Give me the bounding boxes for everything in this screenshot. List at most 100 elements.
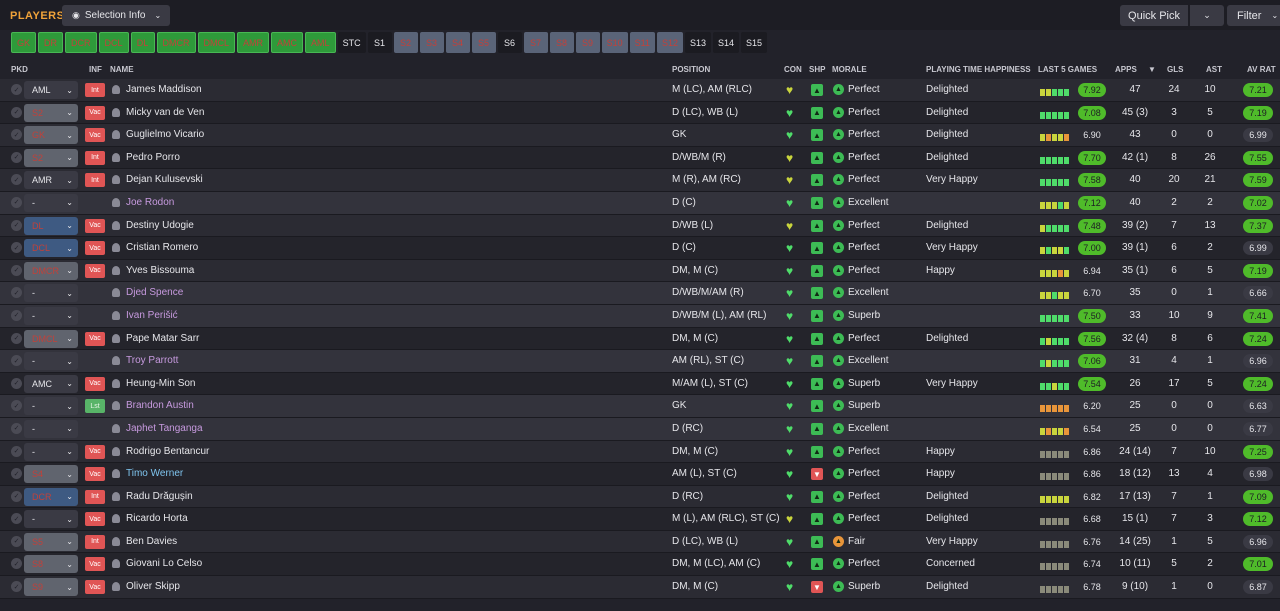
player-name-link[interactable]: Pedro Porro [126,152,180,163]
table-row[interactable]: ✓ DMCL ⌄ Vac Pape Matar Sarr DM, M (C) ♥ ▲ ▲ Perf… [0,327,1280,351]
pkd-dropdown[interactable]: S2 ⌄ [24,103,78,122]
select-checkbox[interactable]: ✓ [11,287,22,299]
info-badge[interactable]: Lst [85,399,105,414]
player-name-link[interactable]: Joe Rodon [126,197,174,208]
info-badge[interactable]: Int [85,150,105,165]
position-filter-s1[interactable]: S1 [367,32,392,53]
select-checkbox[interactable]: ✓ [11,535,22,547]
pkd-dropdown[interactable]: - ⌄ [24,397,78,416]
select-checkbox[interactable]: ✓ [11,355,22,367]
col-pkd[interactable]: PKD [11,65,28,74]
position-filter-s3[interactable]: S3 [419,32,444,53]
position-filter-dr[interactable]: DR [38,32,64,53]
info-badge[interactable]: Int [85,173,105,188]
table-row[interactable]: ✓ AMC ⌄ Vac Heung-Min Son M/AM (L), ST (C) ♥ ▲ ▲… [0,372,1280,396]
select-checkbox[interactable]: ✓ [11,264,22,276]
col-inf[interactable]: INF [89,65,102,74]
position-filter-s6[interactable]: S6 [497,32,522,53]
info-badge[interactable]: Int [85,534,105,549]
position-filter-dcr[interactable]: DCR [65,32,97,53]
pkd-dropdown[interactable]: DMCL ⌄ [24,329,78,348]
col-last-5-games[interactable]: LAST 5 GAMES [1038,65,1097,74]
position-filter-amr[interactable]: AMR [237,32,270,53]
select-checkbox[interactable]: ✓ [11,558,22,570]
player-name-link[interactable]: Troy Parrott [126,355,178,366]
position-filter-aml[interactable]: AML [305,32,336,53]
info-badge[interactable]: Vac [85,263,105,278]
pkd-dropdown[interactable]: - ⌄ [24,193,78,212]
pkd-dropdown[interactable]: S9 ⌄ [24,578,78,597]
player-name-link[interactable]: Djed Spence [126,287,183,298]
player-name-link[interactable]: Pape Matar Sarr [126,333,199,344]
pkd-dropdown[interactable]: S5 ⌄ [24,532,78,551]
table-row[interactable]: ✓ - ⌄ Joe Rodon D (C) ♥ ▲ ▲ Excellent 7.12 40 2 2 7.0… [0,191,1280,215]
player-name-link[interactable]: Destiny Udogie [126,220,194,231]
player-name-link[interactable]: Giovani Lo Celso [126,558,202,569]
info-badge[interactable]: Vac [85,557,105,572]
table-row[interactable]: ✓ DL ⌄ Vac Destiny Udogie D/WB (L) ♥ ▲ ▲ Perfect D… [0,214,1280,238]
table-row[interactable]: ✓ - ⌄ Vac Rodrigo Bentancur DM, M (C) ♥ ▲ ▲ Perfe… [0,440,1280,464]
player-name-link[interactable]: Ben Davies [126,536,177,547]
table-row[interactable]: ✓ S2 ⌄ Vac Micky van de Ven D (LC), WB (L) ♥ ▲ ▲… [0,101,1280,125]
position-filter-s9[interactable]: S9 [575,32,600,53]
position-filter-s8[interactable]: S8 [549,32,574,53]
select-checkbox[interactable]: ✓ [11,151,22,163]
select-checkbox[interactable]: ✓ [11,468,22,480]
player-name-link[interactable]: Timo Werner [126,468,183,479]
select-checkbox[interactable]: ✓ [11,242,22,254]
table-row[interactable]: ✓ DCL ⌄ Vac Cristian Romero D (C) ♥ ▲ ▲ Perfect Ve… [0,237,1280,260]
info-badge[interactable]: Vac [85,218,105,233]
player-name-link[interactable]: Radu Drăgușin [126,491,193,502]
player-name-link[interactable]: Heung-Min Son [126,378,195,389]
player-name-link[interactable]: Yves Bissouma [126,265,194,276]
position-filter-s14[interactable]: S14 [712,32,739,53]
pkd-dropdown[interactable]: - ⌄ [24,352,78,371]
pkd-dropdown[interactable]: GK ⌄ [24,126,78,145]
pkd-dropdown[interactable]: AMR ⌄ [24,171,78,190]
table-row[interactable]: ✓ - ⌄ Lst Brandon Austin GK ♥ ▲ ▲ Superb 6.20 25 0 0 6… [0,395,1280,418]
position-filter-amc[interactable]: AMC [271,32,304,53]
pkd-dropdown[interactable]: AMC ⌄ [24,374,78,393]
filter-button[interactable]: Filter ⌄ [1227,5,1280,26]
position-filter-s2[interactable]: S2 [393,32,418,53]
pkd-dropdown[interactable]: DCR ⌄ [24,487,78,506]
select-checkbox[interactable]: ✓ [11,84,22,95]
position-filter-s5[interactable]: S5 [471,32,496,53]
col-ast[interactable]: AST [1206,65,1222,74]
col-position[interactable]: POSITION [672,65,710,74]
player-name-link[interactable]: Ricardo Horta [126,513,188,524]
player-name-link[interactable]: Rodrigo Bentancur [126,446,209,457]
col-morale[interactable]: MORALE [832,65,867,74]
table-row[interactable]: ✓ S5 ⌄ Int Ben Davies D (LC), WB (L) ♥ ▲ ▲ Fair Ve… [0,530,1280,554]
position-filter-gk[interactable]: GK [11,32,37,53]
player-name-link[interactable]: Japhet Tanganga [126,423,203,434]
position-filter-s12[interactable]: S12 [656,32,683,53]
position-filter-s13[interactable]: S13 [684,32,711,53]
selection-info-button[interactable]: ◉ Selection Info ⌄ [62,5,170,26]
position-filter-s15[interactable]: S15 [740,32,767,53]
player-name-link[interactable]: Micky van de Ven [126,107,204,118]
col-av-rat[interactable]: AV RAT [1247,65,1276,74]
select-checkbox[interactable]: ✓ [11,129,22,141]
position-filter-stc[interactable]: STC [337,32,366,53]
table-row[interactable]: ✓ AML ⌄ Int James Maddison M (LC), AM (RLC) ♥ ▲… [0,79,1280,102]
position-filter-s11[interactable]: S11 [629,32,655,53]
info-badge[interactable]: Vac [85,467,105,482]
select-checkbox[interactable]: ✓ [11,309,22,321]
select-checkbox[interactable]: ✓ [11,219,22,231]
table-row[interactable]: ✓ - ⌄ Vac Ricardo Horta M (L), AM (RLC), ST (… [0,508,1280,531]
quick-pick-dropdown[interactable]: ⌄ [1190,5,1224,26]
col-shp[interactable]: SHP [809,65,825,74]
table-row[interactable]: ✓ - ⌄ Djed Spence D/WB/M/AM (R) ♥ ▲ ▲ Excellent 6… [0,282,1280,305]
table-row[interactable]: ✓ S2 ⌄ Int Pedro Porro D/WB/M (R) ♥ ▲ ▲ Perfect De… [0,146,1280,170]
player-name-link[interactable]: Brandon Austin [126,400,194,411]
pkd-dropdown[interactable]: S8 ⌄ [24,555,78,574]
select-checkbox[interactable]: ✓ [11,513,22,525]
quick-pick-button[interactable]: Quick Pick [1120,5,1188,26]
info-badge[interactable]: Int [85,489,105,504]
col-name[interactable]: NAME [110,65,134,74]
select-checkbox[interactable]: ✓ [11,174,22,186]
info-badge[interactable]: Vac [85,241,105,256]
select-checkbox[interactable]: ✓ [11,400,22,412]
pkd-dropdown[interactable]: - ⌄ [24,442,78,461]
